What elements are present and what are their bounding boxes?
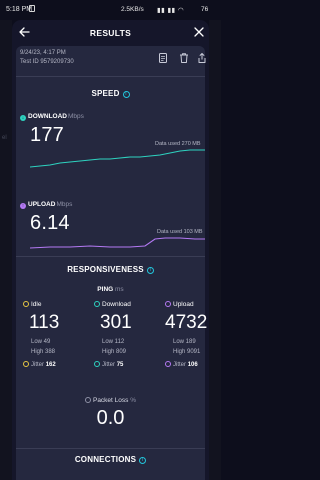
background-app xyxy=(0,20,12,480)
network-rate: 2.5KB/s xyxy=(121,6,144,13)
download-ping-low: Low 112 xyxy=(102,339,125,345)
download-graph xyxy=(30,149,205,168)
packet-loss-label: Packet Loss % xyxy=(12,397,209,404)
info-icon[interactable]: i xyxy=(122,91,130,98)
trash-icon[interactable] xyxy=(178,52,190,64)
idle-label: Idle xyxy=(23,301,41,308)
upload-ping-label: Upload xyxy=(165,301,194,308)
jitter-icon xyxy=(23,361,29,367)
download-ping-high: High 809 xyxy=(102,349,127,355)
notification-icon xyxy=(29,5,35,12)
status-bar: 5:18 PM 2.5KB/s ▮▮ ▮▮ ◠ 76 xyxy=(0,0,221,20)
ping-label: PING ms xyxy=(97,286,124,293)
page-title: RESULTS xyxy=(89,28,132,38)
close-icon[interactable] xyxy=(192,25,206,39)
test-date: 9/24/23, 4:17 PM xyxy=(20,50,66,56)
jitter-icon xyxy=(94,361,100,367)
upload-ping-high: High 9091 xyxy=(173,349,201,355)
upload-jitter: Jitter 106 xyxy=(165,361,198,368)
download-arrow-icon: ↓ xyxy=(20,115,26,121)
upload-graph xyxy=(30,237,205,249)
idle-low: Low 49 xyxy=(31,339,51,345)
test-id: Test ID 9579209730 xyxy=(20,59,74,65)
header: RESULTS xyxy=(12,20,209,46)
download-label: ↓ DOWNLOADMbps xyxy=(20,113,84,121)
idle-ping-value: 113 xyxy=(29,312,60,333)
upload-icon xyxy=(165,301,171,307)
speed-section-title: SPEED i xyxy=(12,89,209,98)
signal-wifi-icons: ▮▮ ▮▮ ◠ xyxy=(157,7,185,14)
info-icon[interactable]: i xyxy=(139,457,147,464)
packet-loss-value: 0.0 xyxy=(96,407,125,429)
background-text: el xyxy=(2,135,7,141)
idle-icon xyxy=(23,301,29,307)
download-ping-label: Download xyxy=(94,301,131,308)
download-ping-value: 301 xyxy=(100,312,132,333)
document-icon[interactable] xyxy=(157,52,169,64)
upload-arrow-icon: ↑ xyxy=(20,203,26,209)
divider xyxy=(16,448,205,449)
divider xyxy=(16,256,205,257)
share-icon[interactable] xyxy=(196,52,208,64)
responsiveness-section-title: RESPONSIVENESS i xyxy=(12,265,209,274)
info-icon[interactable]: i xyxy=(146,267,154,274)
download-jitter: Jitter 75 xyxy=(94,361,123,368)
connections-section-title: CONNECTIONS i xyxy=(12,455,209,464)
idle-high: High 388 xyxy=(31,349,56,355)
upload-label: ↑ UPLOADMbps xyxy=(20,201,73,209)
upload-ping-value: 4732 xyxy=(165,312,208,333)
packet-loss-icon xyxy=(84,397,91,403)
idle-jitter: Jitter 162 xyxy=(23,361,56,368)
jitter-icon xyxy=(165,361,171,367)
results-sheet: RESULTS 9/24/23, 4:17 PM Test ID 9579209… xyxy=(12,20,209,480)
divider xyxy=(16,76,205,77)
upload-ping-low: Low 189 xyxy=(173,339,196,345)
download-icon xyxy=(94,301,100,307)
battery-level: 76 xyxy=(201,6,209,13)
background-app-right xyxy=(209,20,221,480)
